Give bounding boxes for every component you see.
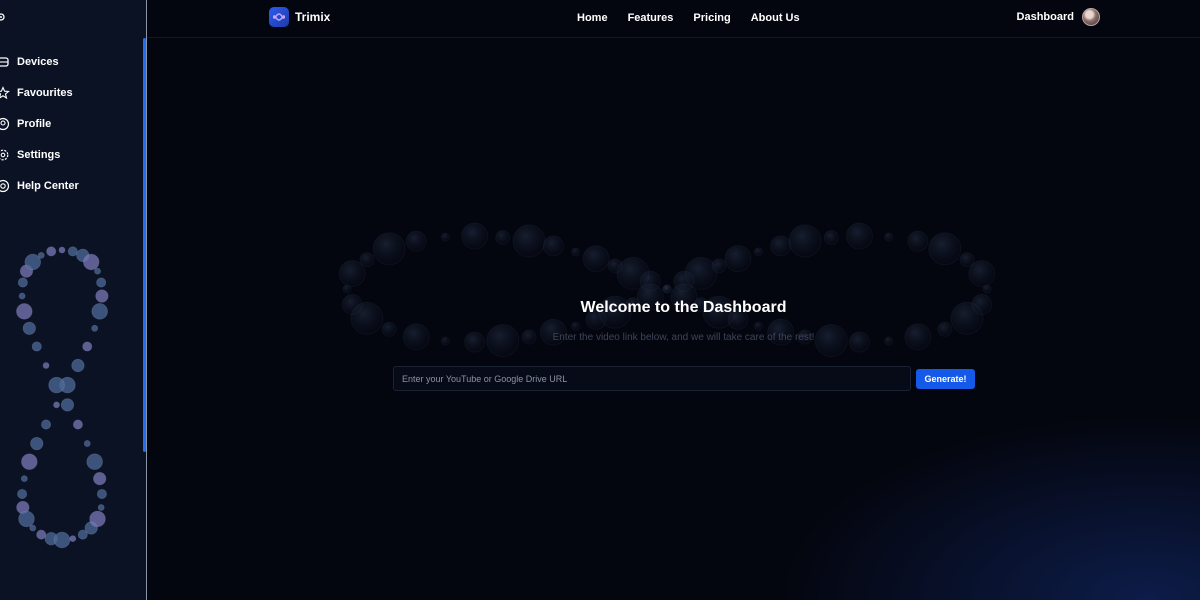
user-circle-icon xyxy=(0,117,10,130)
sidebar-item-label: Favourites xyxy=(17,86,73,99)
dashboard-link[interactable]: Dashboard xyxy=(1017,11,1074,23)
sidebar-item-devices[interactable]: Devices xyxy=(0,46,140,77)
sidebar-item-label: Help Center xyxy=(17,179,79,192)
sidebar-item-help-center[interactable]: Help Center xyxy=(0,170,140,201)
sidebar-item-label: Profile xyxy=(17,117,52,130)
nav-link-about-us[interactable]: About Us xyxy=(751,12,800,24)
main-content: Welcome to the Dashboard Enter the video… xyxy=(147,39,1200,600)
sidebar-item-settings[interactable]: Settings xyxy=(0,139,140,170)
help-circle-icon xyxy=(0,179,10,192)
account-area: Dashboard xyxy=(1017,8,1100,26)
main-nav: Home Features Pricing About Us xyxy=(577,12,800,24)
nav-link-home[interactable]: Home xyxy=(577,12,608,24)
page-title: Welcome to the Dashboard xyxy=(580,299,787,316)
sidebar-item-profile[interactable]: Profile xyxy=(0,108,140,139)
star-icon xyxy=(0,85,10,99)
page-subtitle: Enter the video link below, and we will … xyxy=(552,332,815,343)
brand-name: Trimix xyxy=(295,10,331,24)
sidebar-scrollbar[interactable] xyxy=(143,38,146,452)
sidebar-nav: Devices Favourites Profile Settings Help… xyxy=(0,46,140,201)
sidebar-item-label: Settings xyxy=(17,148,61,161)
url-input[interactable] xyxy=(393,366,911,391)
app-root: Devices Favourites Profile Settings Help… xyxy=(0,0,1200,600)
top-navbar: Trimix Home Features Pricing About Us Da… xyxy=(147,0,1200,38)
nav-link-pricing[interactable]: Pricing xyxy=(693,12,730,24)
decorative-figure-eight-art xyxy=(16,246,109,549)
infinity-icon xyxy=(269,7,289,27)
brand[interactable]: Trimix xyxy=(269,7,330,27)
generate-button[interactable]: Generate! xyxy=(916,369,975,389)
sidebar: Devices Favourites Profile Settings Help… xyxy=(0,0,147,600)
gear-icon xyxy=(0,149,9,160)
sidebar-item-favourites[interactable]: Favourites xyxy=(0,77,140,108)
avatar[interactable] xyxy=(1082,8,1100,26)
device-icon xyxy=(0,56,9,67)
gear-icon[interactable] xyxy=(0,11,7,23)
nav-link-features[interactable]: Features xyxy=(628,12,674,24)
sidebar-item-label: Devices xyxy=(17,55,59,68)
